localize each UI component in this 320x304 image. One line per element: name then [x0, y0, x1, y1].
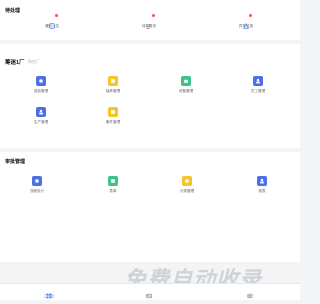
workflow-section: 审批管理 流程设计 表单 分类管理 报表 — [0, 152, 300, 262]
staff-icon — [253, 76, 263, 86]
notice-item[interactable]: 通知公告 — [32, 14, 72, 29]
tab-label: 我的 — [246, 294, 254, 298]
tab-message[interactable]: 消息 — [129, 286, 169, 299]
maintain-icon — [108, 76, 118, 86]
app-label: 生产管理 — [33, 120, 49, 124]
grid-icon — [46, 286, 52, 299]
user-icon — [247, 286, 253, 299]
factory-title: 筹迷1厂 — [5, 60, 25, 66]
form-icon — [108, 176, 118, 186]
tab-label: 工作台 — [43, 294, 55, 298]
app-label: 备件管理 — [105, 120, 121, 124]
app-maintain[interactable]: 保养管理 — [93, 76, 133, 94]
tab-workbench[interactable]: 工作台 — [29, 286, 69, 299]
inspect-icon — [36, 76, 46, 86]
unread-dot — [152, 14, 155, 17]
message-icon — [146, 286, 152, 299]
category-icon — [182, 176, 192, 186]
tab-mine[interactable]: 我的 — [230, 286, 270, 299]
app-label: 设备管理 — [178, 89, 194, 93]
unread-dot — [55, 14, 58, 17]
todo-item[interactable]: 待办任务 — [129, 14, 169, 29]
app-device[interactable]: 设备管理 — [166, 76, 206, 94]
app-label: 表单 — [109, 189, 117, 193]
pending-section: 待处理 通知公告 待办任务 异常信息 — [0, 0, 300, 40]
app-inspect[interactable]: 巡检管理 — [21, 76, 61, 94]
app-label: 报表 — [258, 189, 266, 193]
pending-title: 待处理 — [5, 8, 21, 14]
app-report[interactable]: 报表 — [242, 176, 282, 194]
app-category[interactable]: 分类管理 — [167, 176, 207, 194]
workflow-title: 审批管理 — [5, 159, 26, 165]
warning-icon — [243, 14, 252, 29]
device-icon — [181, 76, 191, 86]
factory-subtitle: 所在厂 — [28, 59, 40, 64]
app-flow[interactable]: 流程设计 — [17, 176, 57, 194]
app-label: 保养管理 — [105, 89, 121, 93]
unread-dot — [249, 14, 252, 17]
task-icon — [146, 14, 155, 29]
app-spare[interactable]: 备件管理 — [93, 107, 133, 125]
tab-label: 消息 — [145, 294, 153, 298]
factory-section: 筹迷1厂 所在厂 巡检管理 保养管理 设备管理 员工管理 生产管理 备件管理 — [0, 44, 300, 148]
app-label: 巡检管理 — [33, 89, 49, 93]
bell-icon — [49, 14, 58, 29]
app-production[interactable]: 生产管理 — [21, 107, 61, 125]
app-form[interactable]: 表单 — [93, 176, 133, 194]
app-label: 员工管理 — [250, 89, 266, 93]
report-icon — [257, 176, 267, 186]
app-label: 分类管理 — [179, 189, 195, 193]
app-label: 流程设计 — [29, 189, 45, 193]
production-icon — [36, 107, 46, 117]
app-staff[interactable]: 员工管理 — [238, 76, 278, 94]
flow-icon — [32, 176, 42, 186]
exception-item[interactable]: 异常信息 — [226, 14, 266, 29]
spare-icon — [108, 107, 118, 117]
bottom-tab-bar: 工作台 消息 我的 — [0, 283, 300, 300]
